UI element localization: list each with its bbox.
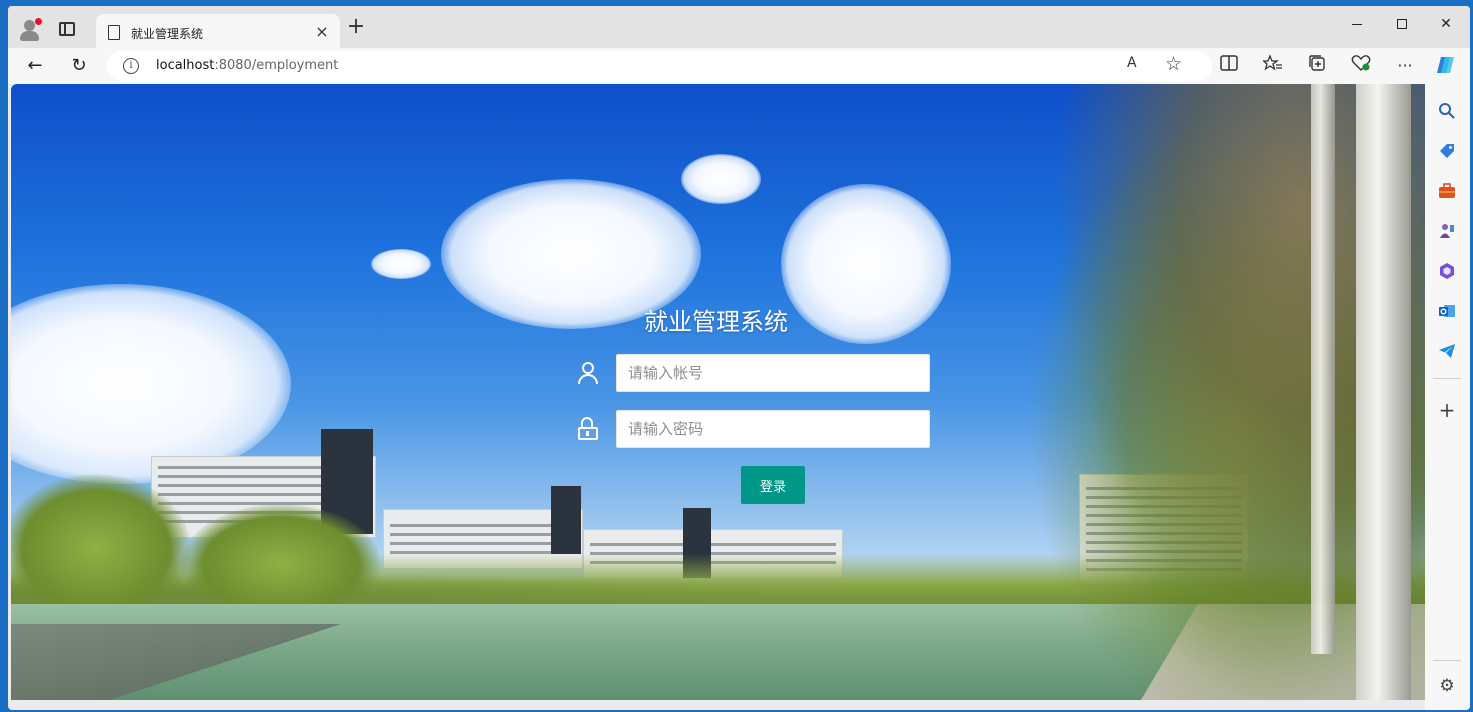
sidebar-settings-icon[interactable]: ⚙ (1437, 676, 1457, 696)
close-window-button[interactable]: ✕ (1431, 12, 1461, 36)
new-tab-button[interactable]: + (345, 15, 367, 39)
system-title: 就业管理系统 (644, 308, 788, 336)
read-aloud-icon[interactable]: A (1127, 55, 1137, 71)
browser-window: 就业管理系统 × + ✕ ← ↻ i localhost:8080/employ… (8, 6, 1470, 710)
login-button[interactable]: 登录 (741, 466, 805, 504)
copilot-icon[interactable] (1435, 54, 1459, 78)
site-info-icon[interactable]: i (123, 58, 139, 74)
tools-briefcase-icon[interactable] (1437, 182, 1457, 202)
office-icon[interactable] (1437, 262, 1457, 282)
more-menu-icon[interactable]: ··· (1393, 54, 1417, 78)
outlook-icon[interactable] (1437, 302, 1457, 322)
collections-icon[interactable] (1305, 54, 1329, 78)
favorites-icon[interactable] (1261, 54, 1285, 78)
browser-essentials-icon[interactable] (1349, 54, 1373, 78)
add-sidebar-app-button[interactable]: + (1437, 400, 1457, 420)
url-text: localhost:8080/employment (156, 58, 338, 73)
url-host: localhost (156, 58, 215, 73)
profile-avatar-icon[interactable] (18, 18, 42, 42)
edge-sidebar: + ⚙ (1425, 84, 1470, 710)
split-screen-icon[interactable] (1217, 54, 1241, 78)
notification-dot (35, 18, 42, 25)
tab-close-icon[interactable]: × (313, 22, 331, 41)
user-icon (576, 361, 600, 385)
search-icon[interactable] (1437, 102, 1457, 122)
tab-employment[interactable]: 就业管理系统 × (96, 14, 340, 50)
url-path: :8080/employment (214, 58, 339, 73)
sidebar-divider (1433, 660, 1461, 661)
maximize-button[interactable] (1387, 12, 1417, 36)
workspaces-icon[interactable] (59, 22, 75, 36)
browser-toolbar: ← ↻ i localhost:8080/employment A ☆ ··· (8, 48, 1470, 84)
minimize-button[interactable] (1342, 12, 1372, 36)
telegram-icon[interactable] (1437, 342, 1457, 362)
page-viewport: 就业管理系统 登录 (11, 84, 1425, 700)
password-input[interactable] (616, 410, 930, 448)
username-input[interactable] (616, 354, 930, 392)
tab-title: 就业管理系统 (131, 27, 204, 41)
login-form: 就业管理系统 登录 (11, 84, 1425, 700)
games-icon[interactable] (1437, 222, 1457, 242)
shopping-tag-icon[interactable] (1437, 142, 1457, 162)
reload-button[interactable]: ↻ (67, 54, 91, 78)
page-document-icon (108, 25, 120, 40)
sidebar-divider (1433, 378, 1461, 379)
address-bar[interactable]: i localhost:8080/employment A ☆ (107, 51, 1212, 81)
back-button[interactable]: ← (23, 54, 47, 78)
tab-bar: 就业管理系统 × + ✕ (8, 6, 1470, 50)
unlock-icon (576, 417, 600, 441)
add-favorite-icon[interactable]: ☆ (1165, 53, 1182, 75)
